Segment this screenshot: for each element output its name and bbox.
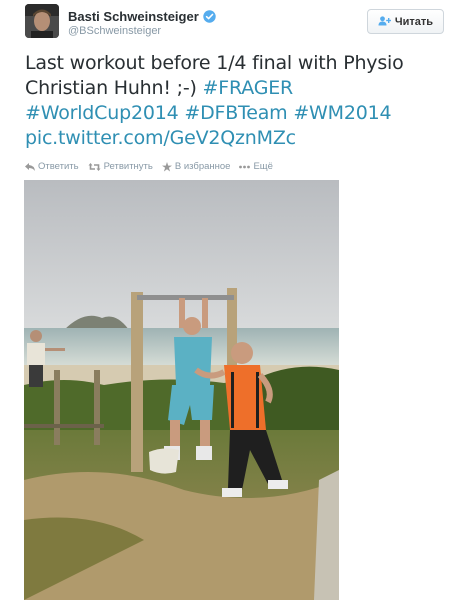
tweet-actions: Ответить Ретвитнуть В избранное Ещё xyxy=(25,161,282,172)
more-label: Ещё xyxy=(253,161,273,172)
favorite-label: В избранное xyxy=(174,161,231,172)
retweet-button[interactable]: Ретвитнуть xyxy=(88,161,153,172)
add-user-icon xyxy=(378,13,392,31)
more-button[interactable]: Ещё xyxy=(239,161,273,172)
hashtag-worldcup2014[interactable]: #WorldCup2014 xyxy=(25,102,179,124)
media-link[interactable]: pic.twitter.com/GeV2QznMZc xyxy=(25,127,296,149)
tweet-photo[interactable] xyxy=(24,180,339,600)
follow-button[interactable]: Читать xyxy=(367,9,444,34)
verified-badge-icon xyxy=(203,10,216,23)
star-icon xyxy=(161,161,172,172)
follow-button-label: Читать xyxy=(394,15,434,28)
user-handle[interactable]: @BSchweinsteiger xyxy=(68,25,161,37)
tweet-header: Basti Schweinsteiger @BSchweinsteiger Чи… xyxy=(25,4,445,40)
hashtag-frager[interactable]: #FRAGER xyxy=(203,77,294,99)
more-icon xyxy=(239,165,251,169)
avatar[interactable] xyxy=(25,4,59,38)
favorite-button[interactable]: В избранное xyxy=(161,161,231,172)
user-fullname[interactable]: Basti Schweinsteiger xyxy=(68,9,199,24)
photo-illustration xyxy=(24,180,339,600)
reply-label: Ответить xyxy=(38,161,79,172)
reply-button[interactable]: Ответить xyxy=(25,161,79,172)
retweet-label: Ретвитнуть xyxy=(103,161,153,172)
name-row: Basti Schweinsteiger xyxy=(68,9,216,24)
reply-icon xyxy=(25,162,35,171)
hashtag-wm2014[interactable]: #WM2014 xyxy=(293,102,391,124)
tweet-text: Last workout before 1/4 final with Physi… xyxy=(25,51,445,151)
retweet-icon xyxy=(88,162,101,171)
hashtag-dfbteam[interactable]: #DFBTeam xyxy=(184,102,287,124)
